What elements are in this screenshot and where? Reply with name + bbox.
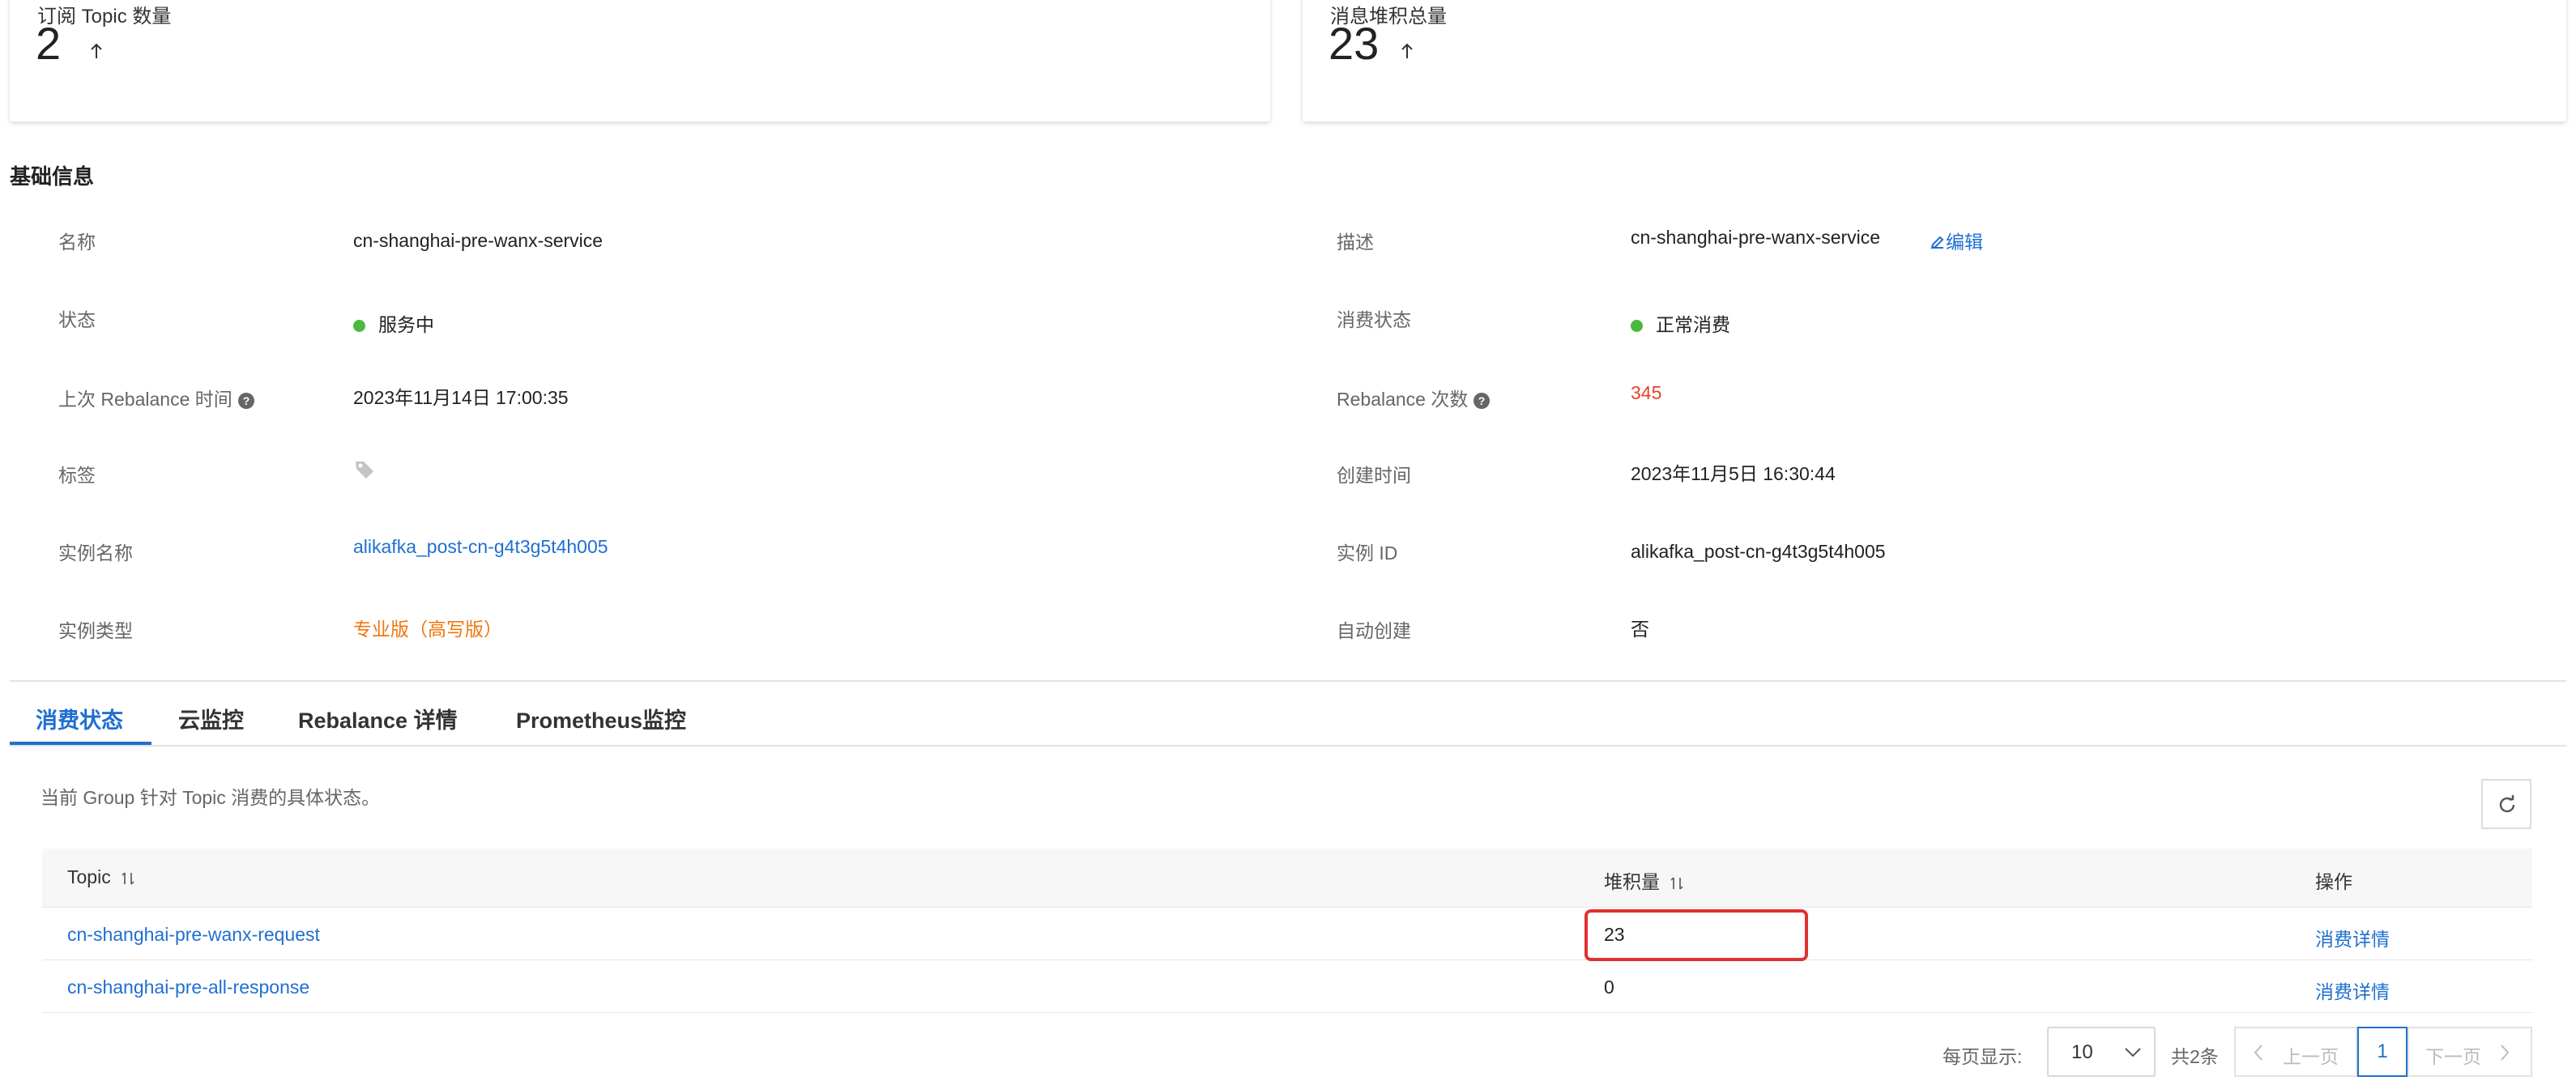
status-value: 服务中	[353, 309, 434, 337]
svg-text:?: ?	[1478, 394, 1486, 407]
backlog-value: 0	[1604, 976, 1614, 998]
highlight-box	[1584, 909, 1808, 961]
instance-id-label: 实例 ID	[1337, 542, 1398, 564]
sort-icon[interactable]	[119, 870, 137, 887]
column-backlog-label: 堆积量	[1604, 871, 1660, 892]
column-backlog[interactable]: 堆积量	[1604, 866, 1686, 894]
table-row	[42, 908, 2532, 960]
tab-rebalance-details[interactable]: Rebalance 详情	[298, 703, 458, 734]
column-topic[interactable]: Topic	[67, 866, 137, 888]
topic-link[interactable]: cn-shanghai-pre-all-response	[67, 976, 309, 998]
tab-consume-status[interactable]: 消费状态	[36, 703, 123, 734]
rebalance-count-value: 345	[1631, 382, 1662, 403]
instance-type-label: 实例类型	[58, 620, 133, 641]
total-count: 共2条	[2171, 1046, 2219, 1067]
consume-status-label: 消费状态	[1337, 309, 1411, 330]
section-title: 基础信息	[10, 164, 95, 189]
arrow-up-icon	[1401, 43, 1413, 58]
help-icon[interactable]: ?	[1473, 392, 1491, 410]
current-page-button[interactable]: 1	[2357, 1027, 2408, 1077]
consume-status-text: 正常消费	[1656, 314, 1730, 335]
help-icon[interactable]: ?	[237, 392, 255, 410]
auto-create-value: 否	[1631, 619, 1649, 640]
instance-name-link[interactable]: alikafka_post-cn-g4t3g5t4h005	[353, 536, 608, 558]
auto-create-label: 自动创建	[1337, 620, 1411, 641]
instance-type-value: 专业版（高写版）	[353, 619, 502, 640]
tag-icon[interactable]	[353, 458, 376, 485]
column-actions: 操作	[2315, 871, 2352, 892]
status-label: 状态	[58, 309, 96, 330]
next-page-label: 下一页	[2425, 1046, 2481, 1067]
next-page-button[interactable]: 下一页	[2408, 1027, 2532, 1077]
topic-link[interactable]: cn-shanghai-pre-wanx-request	[67, 924, 320, 946]
created-time-label: 创建时间	[1337, 465, 1411, 486]
page-size-select[interactable]: 10	[2047, 1027, 2156, 1077]
rebalance-count-label: Rebalance 次数?	[1337, 384, 1491, 411]
consume-details-link[interactable]: 消费详情	[2315, 976, 2390, 1004]
refresh-button[interactable]	[2481, 779, 2531, 829]
prev-page-button[interactable]: 上一页	[2234, 1027, 2357, 1077]
instance-name-label: 实例名称	[58, 542, 133, 564]
section-divider	[10, 680, 2566, 682]
pencil-icon	[1930, 236, 1944, 249]
status-dot-icon	[1631, 320, 1643, 333]
rebalance-time-label: 上次 Rebalance 时间?	[58, 384, 255, 411]
stat-value: 23	[1329, 18, 1380, 69]
tabs-divider	[10, 745, 2566, 747]
column-topic-label: Topic	[67, 866, 111, 887]
stat-value: 2	[36, 18, 62, 69]
status-dot-icon	[353, 320, 365, 333]
chevron-right-icon	[2501, 1045, 2510, 1061]
name-label: 名称	[58, 232, 96, 253]
sort-icon[interactable]	[1668, 874, 1686, 892]
consume-details-link[interactable]: 消费详情	[2315, 924, 2390, 951]
tab-cloud-monitor[interactable]: 云监控	[178, 703, 244, 734]
refresh-icon	[2499, 795, 2515, 813]
page-size-label: 每页显示:	[1943, 1046, 2023, 1067]
description-value: cn-shanghai-pre-wanx-service	[1631, 227, 1881, 248]
name-value: cn-shanghai-pre-wanx-service	[353, 230, 603, 251]
tab-prometheus[interactable]: Prometheus监控	[516, 703, 686, 734]
rebalance-time-value: 2023年11月14日 17:00:35	[353, 387, 569, 408]
table-header	[42, 849, 2532, 908]
rebalance-time-label-text: 上次 Rebalance 时间	[58, 389, 232, 410]
arrow-up-icon	[91, 43, 102, 58]
tag-label: 标签	[58, 465, 96, 486]
stat-card-backlog: 消息堆积总量 23	[1303, 0, 2566, 121]
created-time-value: 2023年11月5日 16:30:44	[1631, 463, 1836, 484]
rebalance-count-label-text: Rebalance 次数	[1337, 389, 1469, 410]
prev-page-label: 上一页	[2283, 1046, 2339, 1067]
stat-card-topics: 订阅 Topic 数量 2	[10, 0, 1270, 121]
status-text: 服务中	[378, 314, 434, 335]
chevron-down-icon	[2125, 1048, 2141, 1057]
chevron-left-icon	[2254, 1045, 2263, 1061]
table-row	[42, 960, 2532, 1013]
edit-description-link[interactable]: 编辑	[1930, 227, 1983, 254]
consume-description: 当前 Group 针对 Topic 消费的具体状态。	[41, 787, 381, 808]
description-label: 描述	[1337, 232, 1374, 253]
page-size-value: 10	[2071, 1041, 2093, 1063]
svg-text:?: ?	[242, 394, 249, 407]
edit-label: 编辑	[1946, 232, 1983, 253]
instance-id-value: alikafka_post-cn-g4t3g5t4h005	[1631, 541, 1886, 562]
consume-status-value: 正常消费	[1631, 309, 1730, 337]
